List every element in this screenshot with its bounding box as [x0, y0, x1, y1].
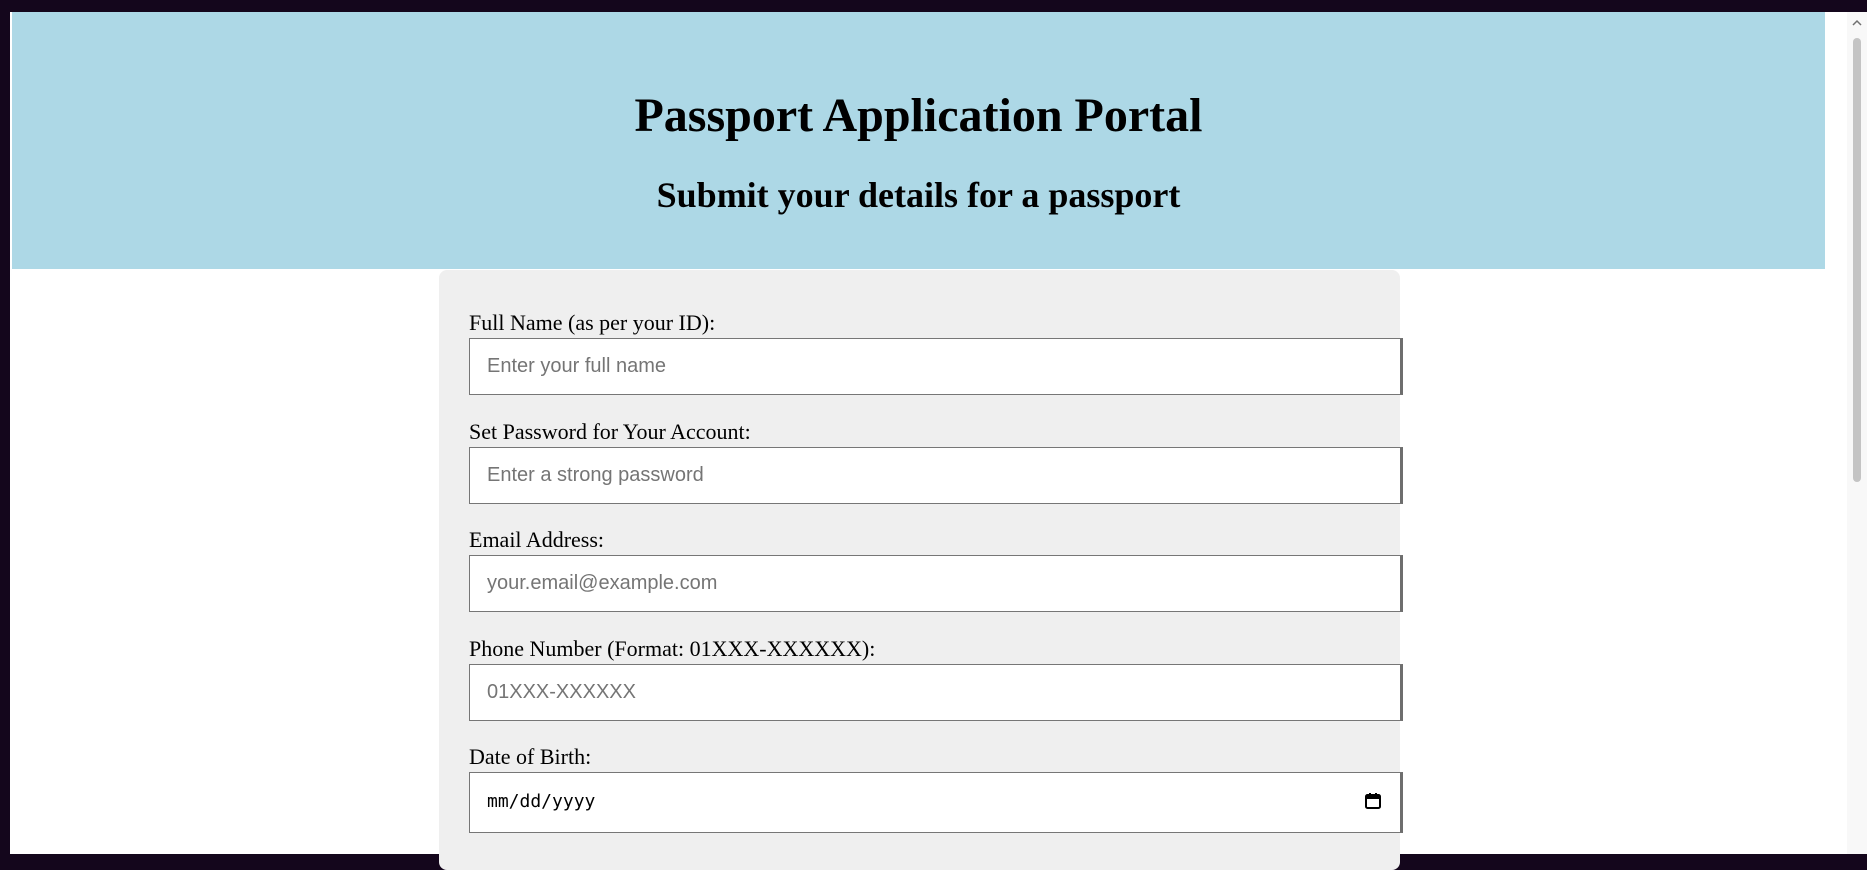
password-label: Set Password for Your Account:: [469, 419, 751, 444]
dob-label: Date of Birth:: [469, 744, 592, 769]
password-input[interactable]: [469, 447, 1403, 504]
full-name-label: Full Name (as per your ID):: [469, 310, 716, 335]
calendar-icon[interactable]: [1364, 792, 1382, 810]
window-edge: [0, 12, 10, 854]
page-header: Passport Application Portal Submit your …: [12, 12, 1825, 269]
phone-input[interactable]: [469, 664, 1403, 721]
page-subtitle: Submit your details for a passport: [656, 175, 1181, 215]
chevron-up-icon[interactable]: [1852, 18, 1862, 28]
passport-form: Full Name (as per your ID): Set Password…: [439, 270, 1403, 870]
full-name-input[interactable]: [469, 338, 1403, 395]
vertical-scrollbar[interactable]: [1847, 12, 1867, 854]
dob-input[interactable]: mm/dd/yyyy: [469, 772, 1403, 833]
email-label: Email Address:: [469, 527, 605, 552]
scrollbar-thumb[interactable]: [1853, 38, 1861, 482]
page-title: Passport Application Portal: [634, 89, 1203, 142]
dob-placeholder: mm/dd/yyyy: [487, 791, 596, 812]
phone-label: Phone Number (Format: 01XXX-XXXXXX):: [469, 636, 876, 661]
email-input[interactable]: [469, 555, 1403, 612]
